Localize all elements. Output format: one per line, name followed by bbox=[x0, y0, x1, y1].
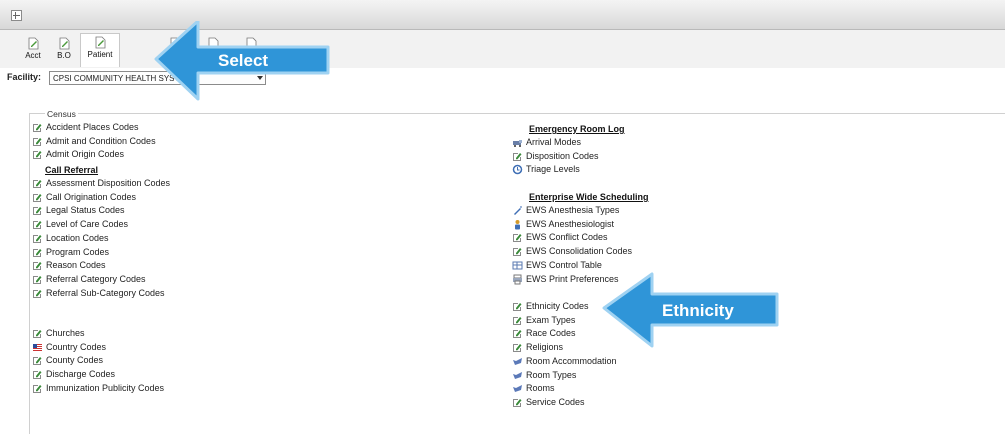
census-legend: Census bbox=[45, 109, 78, 119]
list-item-label: Room Accommodation bbox=[526, 355, 617, 366]
person-icon bbox=[515, 219, 520, 230]
list-item-label: Room Types bbox=[526, 369, 577, 380]
list-item-label: Admit and Condition Codes bbox=[46, 135, 156, 146]
list-item-label: Rooms bbox=[526, 383, 555, 394]
patient-button[interactable]: Patient bbox=[80, 33, 120, 67]
edit-document-icon bbox=[59, 37, 69, 50]
acct-label: Acct bbox=[25, 51, 41, 60]
list-item-label: Call Origination Codes bbox=[46, 191, 137, 202]
list-item-label: EWS Anesthesiologist bbox=[526, 218, 615, 229]
list-item-label: Admit Origin Codes bbox=[46, 149, 125, 160]
list-item-label: EWS Control Table bbox=[526, 259, 602, 270]
section-title-call-referral: Call Referral bbox=[45, 165, 99, 175]
list-item-label: Service Codes bbox=[526, 396, 585, 407]
list-item-label: Triage Levels bbox=[526, 164, 580, 175]
edit-icon bbox=[33, 289, 42, 298]
edit-icon bbox=[33, 371, 42, 380]
edit-icon bbox=[33, 193, 42, 202]
edit-icon bbox=[33, 137, 42, 146]
list-item-label: EWS Conflict Codes bbox=[526, 232, 608, 243]
edit-icon bbox=[513, 330, 522, 339]
table-icon bbox=[512, 261, 523, 270]
list-item-label: Level of Care Codes bbox=[46, 219, 129, 230]
edit-icon bbox=[33, 124, 42, 132]
acct-button[interactable]: Acct bbox=[18, 35, 48, 66]
select-callout: Select bbox=[148, 21, 333, 106]
edit-icon bbox=[33, 234, 42, 243]
edit-icon bbox=[33, 275, 42, 284]
facility-label: Facility: bbox=[7, 72, 42, 82]
edit-icon bbox=[513, 398, 522, 407]
list-item-label: County Codes bbox=[46, 355, 104, 366]
expand-icon[interactable] bbox=[11, 10, 22, 21]
select-callout-text: Select bbox=[218, 51, 269, 70]
list-item-label: Program Codes bbox=[46, 246, 110, 257]
list-item-label: Exam Types bbox=[526, 314, 576, 325]
list-item-label: Churches bbox=[46, 328, 85, 338]
list-item-label: Reason Codes bbox=[46, 260, 106, 271]
ethnicity-callout-text: Ethnicity bbox=[662, 301, 734, 320]
bed-icon bbox=[513, 357, 522, 365]
list-item-label: Location Codes bbox=[46, 232, 109, 243]
edit-icon bbox=[513, 316, 522, 325]
list-item-label: Country Codes bbox=[46, 341, 107, 352]
syringe-icon bbox=[514, 206, 522, 215]
edit-document-icon bbox=[28, 37, 38, 50]
bo-label: B.O bbox=[57, 51, 71, 60]
bo-button[interactable]: B.O bbox=[49, 35, 79, 66]
edit-icon bbox=[513, 344, 522, 353]
edit-icon bbox=[513, 152, 522, 161]
edit-icon bbox=[33, 221, 42, 230]
bed-icon bbox=[513, 371, 522, 379]
list-item-label: Discharge Codes bbox=[46, 369, 116, 380]
list-item-label: Race Codes bbox=[526, 328, 576, 339]
ambulance-icon bbox=[513, 140, 522, 147]
edit-icon bbox=[33, 248, 42, 257]
edit-icon bbox=[513, 234, 522, 243]
list-item-label: Assessment Disposition Codes bbox=[46, 178, 171, 188]
edit-icon bbox=[33, 262, 42, 271]
edit-icon bbox=[513, 248, 522, 257]
section-title-enterprise-wide-scheduling: Enterprise Wide Scheduling bbox=[529, 192, 649, 202]
list-item-label: Immunization Publicity Codes bbox=[46, 382, 165, 393]
edit-icon bbox=[513, 303, 522, 311]
list-item-label: EWS Anesthesia Types bbox=[526, 205, 620, 215]
print-icon bbox=[513, 274, 522, 284]
list-item-label: Ethnicity Codes bbox=[526, 301, 589, 311]
edit-icon bbox=[33, 357, 42, 366]
flag-icon bbox=[33, 343, 42, 351]
list-item-label: Religions bbox=[526, 342, 564, 353]
list-item-label: Referral Category Codes bbox=[46, 273, 146, 284]
list-item-label: EWS Consolidation Codes bbox=[526, 246, 633, 257]
edit-icon bbox=[33, 330, 42, 338]
edit-icon bbox=[33, 151, 42, 160]
list-item-label: Referral Sub-Category Codes bbox=[46, 287, 165, 298]
edit-icon bbox=[33, 384, 42, 393]
edit-icon bbox=[33, 180, 42, 188]
list-item-label: Accident Places Codes bbox=[46, 122, 139, 132]
section-title-emergency-room-log: Emergency Room Log bbox=[529, 124, 625, 134]
list-item-label: Legal Status Codes bbox=[46, 205, 125, 216]
edit-document-icon bbox=[95, 36, 105, 49]
patient-label: Patient bbox=[87, 50, 113, 59]
edit-icon bbox=[33, 207, 42, 216]
bed-icon bbox=[513, 385, 522, 393]
list-item-label: Disposition Codes bbox=[526, 150, 599, 161]
ethnicity-callout: Ethnicity bbox=[600, 272, 782, 350]
list-item-label: Arrival Modes bbox=[526, 137, 582, 147]
triage-icon bbox=[512, 165, 523, 175]
